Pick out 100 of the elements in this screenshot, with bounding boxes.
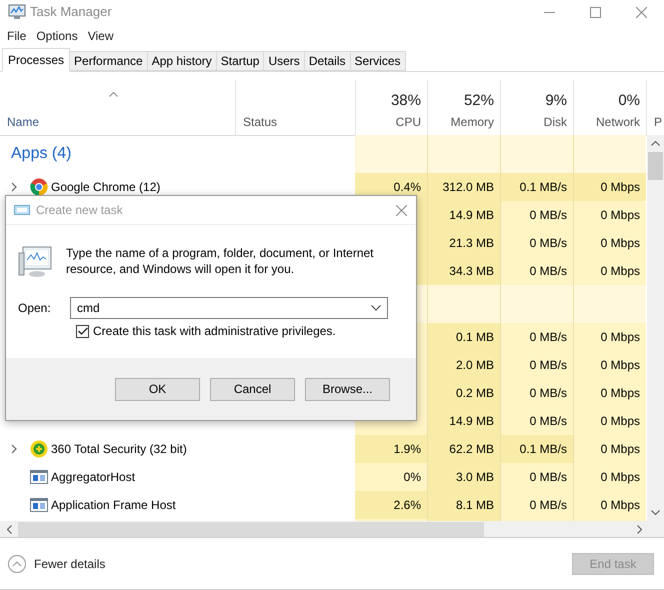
usage-percent: 38% — [390, 93, 421, 108]
scroll-thumb[interactable] — [18, 522, 484, 536]
plus-circle-icon — [30, 440, 48, 458]
column-label: Memory — [450, 114, 494, 131]
usage-value: 2.0 MB — [456, 357, 494, 374]
dialog-button[interactable]: Cancel — [210, 378, 295, 400]
usage-value: 21.3 MB — [449, 235, 494, 252]
tab[interactable]: Processes — [2, 48, 70, 72]
close-icon — [396, 204, 406, 216]
sort-caret-icon — [109, 92, 118, 97]
usage-value: 0 Mbps — [600, 329, 640, 346]
usage-value: 0 Mbps — [600, 235, 640, 252]
usage-value: 0 MB/s — [530, 357, 567, 374]
usage-percent: 9% — [545, 93, 567, 108]
usage-value: 0 MB/s — [530, 235, 567, 252]
expand-chevron-icon[interactable] — [11, 444, 17, 454]
usage-value: 0 MB/s — [530, 385, 567, 402]
tab[interactable]: Users — [264, 51, 305, 71]
column-header[interactable]: Status — [235, 80, 355, 135]
process-name: AggregatorHost — [51, 469, 136, 486]
column-label: Network — [596, 114, 640, 131]
usage-value: 0 Mbps — [600, 441, 640, 458]
admin-checkbox-label[interactable]: Create this task with administrative privileges. — [93, 322, 336, 340]
group-heading: Apps (4) — [11, 144, 72, 164]
column-label: Status — [243, 114, 278, 131]
usage-value: 0 MB/s — [530, 413, 567, 430]
run-icon — [14, 204, 30, 216]
process-name: 360 Total Security (32 bit) — [51, 441, 187, 458]
column-label: P — [654, 114, 664, 131]
monitor-chart-icon — [8, 4, 26, 20]
tab[interactable]: App history — [148, 51, 217, 71]
window-icon — [30, 470, 48, 484]
collapse-circle-icon — [8, 554, 26, 572]
horizontal-scrollbar[interactable] — [0, 521, 664, 538]
maximize-icon — [590, 6, 600, 18]
fewer-details-button[interactable]: Fewer details — [8, 554, 106, 572]
process-name: Google Chrome (12) — [51, 179, 160, 196]
tab[interactable]: Services — [350, 51, 406, 71]
usage-percent: 52% — [464, 93, 494, 108]
window-icon — [30, 498, 48, 512]
scroll-thumb[interactable] — [648, 152, 663, 180]
close-button[interactable] — [394, 203, 408, 217]
usage-value: 8.1 MB — [456, 497, 494, 514]
usage-value: 0 Mbps — [600, 385, 640, 402]
usage-value: 0.1 MB/s — [520, 179, 567, 196]
usage-value: 0 Mbps — [600, 179, 640, 196]
usage-value: 1.9% — [394, 441, 421, 458]
close-icon — [636, 6, 646, 18]
dialog-button[interactable]: Browse... — [305, 378, 390, 400]
scroll-down-icon[interactable] — [651, 510, 660, 515]
process-name: Application Frame Host — [51, 497, 176, 514]
check-icon — [78, 327, 88, 335]
tab[interactable]: Startup — [216, 51, 264, 71]
scroll-up-icon[interactable] — [651, 141, 660, 146]
expand-chevron-icon[interactable] — [11, 182, 17, 192]
usage-value: 0.1 MB — [456, 329, 494, 346]
usage-value: 0 MB/s — [530, 207, 567, 224]
column-header[interactable]: Name — [0, 80, 235, 135]
open-label: Open: — [18, 300, 52, 317]
window-title: Task Manager — [30, 3, 112, 22]
usage-value: 0 Mbps — [600, 263, 640, 280]
usage-value: 0 MB/s — [530, 329, 567, 346]
usage-value: 0 MB/s — [530, 263, 567, 280]
menu-item[interactable]: View — [82, 27, 118, 45]
usage-value: 0 Mbps — [600, 357, 640, 374]
computer-icon — [18, 245, 54, 279]
dialog-message: Type the name of a program, folder, document, or Internet resource, and Windows will open it for you. — [66, 245, 375, 278]
usage-value: 0.4% — [394, 179, 421, 196]
usage-value: 14.9 MB — [449, 413, 494, 430]
usage-value: 3.0 MB — [456, 469, 494, 486]
column-label: CPU — [396, 114, 421, 131]
usage-value: 0 Mbps — [600, 413, 640, 430]
usage-value: 0.2 MB — [456, 385, 494, 402]
dropdown-chevron-icon[interactable] — [371, 305, 381, 311]
column-label: Disk — [544, 114, 567, 131]
open-combobox[interactable]: cmd — [70, 297, 388, 319]
tab[interactable]: Performance — [70, 51, 148, 71]
admin-checkbox[interactable] — [76, 324, 89, 338]
usage-value: 62.2 MB — [449, 441, 494, 458]
scroll-left-icon[interactable] — [7, 524, 12, 534]
usage-value: 0 MB/s — [530, 497, 567, 514]
menu-item[interactable]: Options — [31, 27, 83, 45]
usage-value: 312.0 MB — [442, 179, 494, 196]
dialog-title: Create new task — [36, 202, 123, 219]
usage-value: 14.9 MB — [449, 207, 494, 224]
dialog-button[interactable]: OK — [115, 378, 200, 400]
usage-value: 2.6% — [394, 497, 421, 514]
usage-value: 0% — [404, 469, 421, 486]
usage-value: 34.3 MB — [449, 263, 494, 280]
usage-percent: 0% — [618, 93, 640, 108]
usage-value: 0 Mbps — [600, 469, 640, 486]
usage-value: 0 Mbps — [600, 497, 640, 514]
scroll-right-icon[interactable] — [637, 524, 642, 534]
usage-value: 0 MB/s — [530, 469, 567, 486]
vertical-scrollbar[interactable] — [647, 135, 664, 521]
usage-value: 0.1 MB/s — [520, 441, 567, 458]
menu-item[interactable]: File — [2, 27, 32, 45]
column-label: Name — [7, 114, 40, 131]
usage-value: 0 Mbps — [600, 207, 640, 224]
tab[interactable]: Details — [304, 51, 350, 71]
